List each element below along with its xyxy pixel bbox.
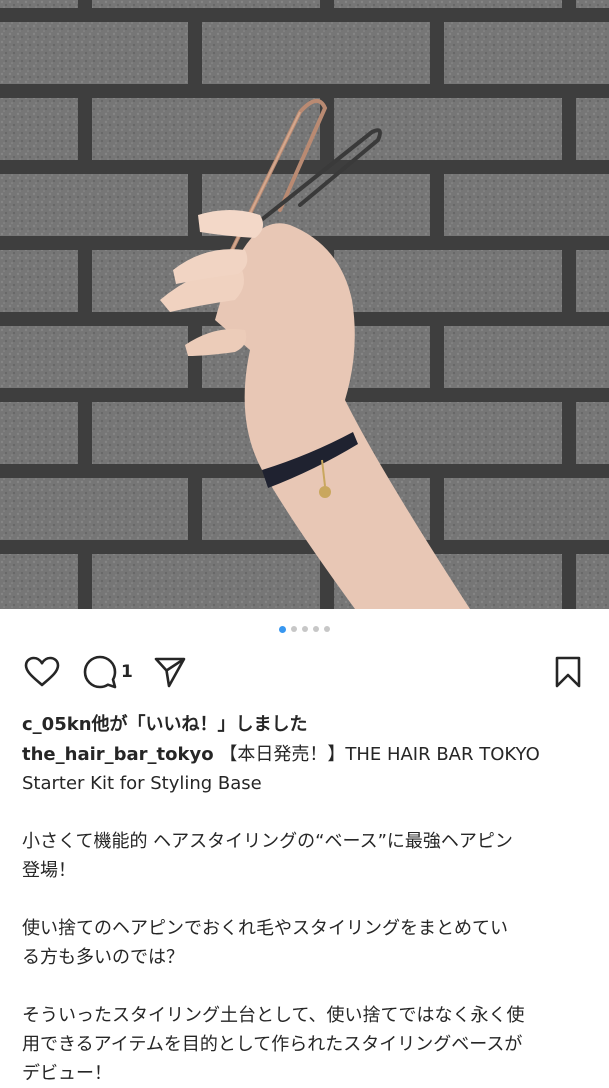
carousel-dot [302,626,308,632]
brick [576,0,609,8]
brick [576,402,609,464]
post-photo [0,0,609,609]
brick [0,0,78,8]
caption-title-line1: 【本日発売！】THE HAIR BAR TOKYO [219,744,540,765]
brick [444,22,609,84]
heart-icon [24,656,60,687]
brick [576,250,609,312]
brick [0,554,78,609]
brick [0,326,188,388]
brick [0,98,78,160]
caption-title-line2: Starter Kit for Styling Base [22,773,262,794]
caption-para1-line1: 小さくて機能的 ヘアスタイリングの“ベース”に最強ヘアピン [22,831,513,852]
carousel-dot [313,626,319,632]
post-actions: 1 [0,652,609,692]
brick [92,0,320,8]
comment-count: 1 [121,662,133,682]
brick [0,250,78,312]
caption-para2-line1: 使い捨てのヘアピンでおくれ毛やスタイリングをまとめてい [22,918,508,939]
brick [0,402,78,464]
caption-para3-line1: そういったスタイリング土台として、使い捨てではなく永く使 [22,1005,525,1026]
carousel-indicator [0,625,609,633]
carousel-dot [279,625,286,633]
brick [444,174,609,236]
caption-para3-line3: デビュー！ [22,1063,112,1084]
comment-button[interactable] [80,652,120,692]
brick [334,0,562,8]
brick [444,326,609,388]
brick [444,478,609,540]
brick [576,98,609,160]
send-icon [154,657,186,688]
carousel-dot [291,626,297,632]
caption-para1-line2: 登場！ [22,860,76,881]
bookmark-icon [555,656,581,688]
like-button[interactable] [22,652,62,692]
comment-icon [83,655,117,689]
brick [0,478,188,540]
brick [92,554,320,609]
brick [576,554,609,609]
brick [334,250,562,312]
brick [0,22,188,84]
likes-summary[interactable]: c_05kn他が「いいね！」しました [22,710,308,736]
caption: the_hair_bar_tokyo 【本日発売！】THE HAIR BAR T… [22,740,588,1088]
caption-username[interactable]: the_hair_bar_tokyo [22,744,214,765]
brick [92,98,320,160]
caption-para2-line2: る方も多いのでは？ [22,947,184,968]
save-button[interactable] [548,652,588,692]
brick [202,22,430,84]
brick [0,174,188,236]
post-image[interactable] [0,0,609,609]
share-button[interactable] [150,652,190,692]
caption-para3-line2: 用できるアイテムを目的として作られたスタイリングベースが [22,1034,523,1055]
carousel-dot [324,626,330,632]
